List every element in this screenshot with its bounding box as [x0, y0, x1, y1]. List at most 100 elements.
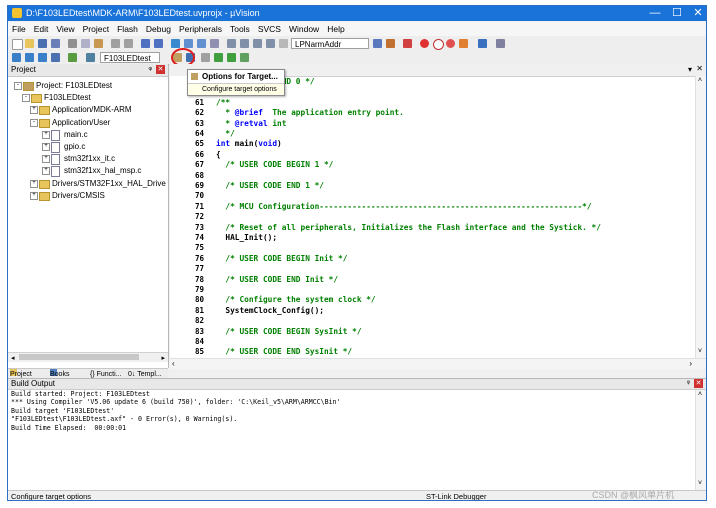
- incremental-find-icon[interactable]: [386, 39, 395, 48]
- collapse-icon[interactable]: -: [14, 82, 22, 90]
- undo-icon[interactable]: [111, 39, 120, 48]
- menu-peripherals[interactable]: Peripherals: [175, 22, 226, 36]
- prev-bookmark-icon[interactable]: [184, 39, 193, 48]
- disable-breakpoint-icon[interactable]: [433, 39, 444, 50]
- close-panel-icon[interactable]: ✕: [694, 379, 703, 388]
- save-all-icon[interactable]: [51, 39, 60, 48]
- new-file-icon[interactable]: [12, 39, 23, 50]
- scroll-down-icon[interactable]: ˅: [698, 480, 702, 487]
- code-line[interactable]: /* USER CODE END 1 */: [216, 181, 324, 190]
- insert-breakpoint-icon[interactable]: [420, 39, 429, 48]
- file-extensions-icon[interactable]: [201, 53, 210, 62]
- scroll-down-icon[interactable]: ˅: [698, 348, 702, 355]
- code-line[interactable]: /* USER CODE BEGIN Init */: [216, 254, 347, 263]
- build-icon[interactable]: [25, 53, 34, 62]
- menu-help[interactable]: Help: [323, 22, 348, 36]
- code-line[interactable]: /* USER CODE END SysInit */: [216, 347, 352, 356]
- menu-edit[interactable]: Edit: [30, 22, 53, 36]
- code-line[interactable]: /* USER CODE BEGIN SysInit */: [216, 327, 361, 336]
- menu-view[interactable]: View: [52, 22, 78, 36]
- code-line[interactable]: */: [216, 129, 234, 138]
- copy-icon[interactable]: [81, 39, 90, 48]
- batch-build-icon[interactable]: [51, 53, 60, 62]
- editor-dropdown-icon[interactable]: ▾: [688, 65, 692, 74]
- tree-group-mdk-arm[interactable]: + Application/MDK-ARM: [8, 105, 168, 116]
- menu-flash[interactable]: Flash: [113, 22, 142, 36]
- scroll-right-icon[interactable]: ›: [689, 359, 692, 368]
- pin-icon[interactable]: ᵠ: [687, 379, 690, 389]
- expand-icon[interactable]: +: [42, 155, 50, 164]
- scroll-right-icon[interactable]: ▸: [161, 354, 165, 362]
- collapse-icon[interactable]: -: [22, 94, 30, 103]
- open-folder-icon[interactable]: [25, 39, 34, 48]
- close-button[interactable]: ✕: [683, 6, 706, 21]
- load-icon[interactable]: [86, 53, 95, 62]
- expand-icon[interactable]: +: [42, 130, 50, 139]
- tools-icon[interactable]: [496, 39, 505, 48]
- tree-file-msp-c[interactable]: + stm32f1xx_hal_msp.c: [8, 166, 168, 178]
- expand-icon[interactable]: +: [30, 106, 38, 115]
- code-line[interactable]: {: [216, 150, 221, 159]
- comment-icon[interactable]: [253, 39, 262, 48]
- tree-file-it-c[interactable]: + stm32f1xx_it.c: [8, 154, 168, 166]
- bookmark-icon[interactable]: [171, 39, 180, 48]
- scroll-left-icon[interactable]: ‹: [172, 359, 175, 368]
- code-editor[interactable]: ▾ ✕ 596061626364656667686970717273747576…: [170, 64, 706, 369]
- code-line[interactable]: /* USER CODE END Init */: [216, 275, 338, 284]
- code-line[interactable]: /**: [216, 98, 230, 107]
- code-line[interactable]: * @retval int: [216, 119, 286, 128]
- clear-bookmarks-icon[interactable]: [210, 39, 219, 48]
- translate-icon[interactable]: [12, 53, 21, 62]
- paste-icon[interactable]: [94, 39, 103, 48]
- editor-vscrollbar[interactable]: ˄ ˅: [695, 76, 706, 358]
- close-panel-icon[interactable]: ✕: [156, 65, 165, 74]
- code-line[interactable]: * @brief The application entry point.: [216, 108, 403, 117]
- menu-debug[interactable]: Debug: [142, 22, 175, 36]
- find-in-files-icon[interactable]: [279, 39, 288, 48]
- find-icon[interactable]: [373, 39, 382, 48]
- navigate-forward-icon[interactable]: [154, 39, 163, 48]
- uncomment-icon[interactable]: [266, 39, 275, 48]
- scroll-up-icon[interactable]: ˄: [698, 77, 702, 84]
- navigate-back-icon[interactable]: [141, 39, 150, 48]
- tree-file-main-c[interactable]: + main.c: [8, 129, 168, 141]
- menu-svcs[interactable]: SVCS: [254, 22, 285, 36]
- tree-project-root[interactable]: - Project: F103LEDtest: [8, 81, 168, 91]
- pack-installer-icon[interactable]: [214, 53, 223, 62]
- expand-icon[interactable]: +: [42, 167, 50, 176]
- scroll-up-icon[interactable]: ˄: [698, 391, 702, 398]
- find-combo[interactable]: LPNarmAddr: [291, 38, 369, 49]
- code-line[interactable]: HAL_Init();: [216, 233, 277, 242]
- build-output-text[interactable]: Build started: Project: F103LEDtest *** U…: [8, 390, 706, 432]
- code-line[interactable]: /* Reset of all peripherals, Initializes…: [216, 223, 601, 232]
- pin-icon[interactable]: ᵠ: [148, 64, 152, 76]
- indent-icon[interactable]: [227, 39, 236, 48]
- tree-target[interactable]: - F103LEDtest: [8, 93, 168, 104]
- debug-session-icon[interactable]: [403, 39, 412, 48]
- code-line[interactable]: int main(void): [216, 139, 282, 148]
- editor-hscrollbar[interactable]: ‹ ›: [170, 358, 706, 369]
- expand-icon[interactable]: +: [30, 179, 38, 188]
- download-icon[interactable]: [68, 53, 77, 62]
- menu-window[interactable]: Window: [285, 22, 323, 36]
- project-hscrollbar[interactable]: ◂ ▸: [8, 352, 168, 362]
- editor-close-icon[interactable]: ✕: [696, 64, 703, 73]
- save-icon[interactable]: [38, 39, 47, 48]
- menu-tools[interactable]: Tools: [226, 22, 254, 36]
- tree-file-gpio-c[interactable]: + gpio.c: [8, 142, 168, 153]
- tree-group-cmsis[interactable]: + Drivers/CMSIS: [8, 191, 168, 201]
- scroll-thumb[interactable]: [19, 354, 139, 360]
- code-line[interactable]: /* MCU Configuration--------------------…: [216, 202, 591, 211]
- unindent-icon[interactable]: [240, 39, 249, 48]
- target-select[interactable]: F103LEDtest: [100, 52, 160, 63]
- menu-file[interactable]: File: [8, 22, 30, 36]
- tree-group-hal-driver[interactable]: + Drivers/STM32F1xx_HAL_Drive: [8, 179, 168, 189]
- tree-group-user[interactable]: - Application/User: [8, 118, 168, 128]
- redo-icon[interactable]: [124, 39, 133, 48]
- expand-icon[interactable]: +: [42, 143, 50, 151]
- scroll-left-icon[interactable]: ◂: [11, 354, 15, 362]
- menu-project[interactable]: Project: [79, 22, 113, 36]
- next-bookmark-icon[interactable]: [197, 39, 206, 48]
- window-layout-icon[interactable]: [478, 39, 487, 48]
- code-line[interactable]: SystemClock_Config();: [216, 306, 324, 315]
